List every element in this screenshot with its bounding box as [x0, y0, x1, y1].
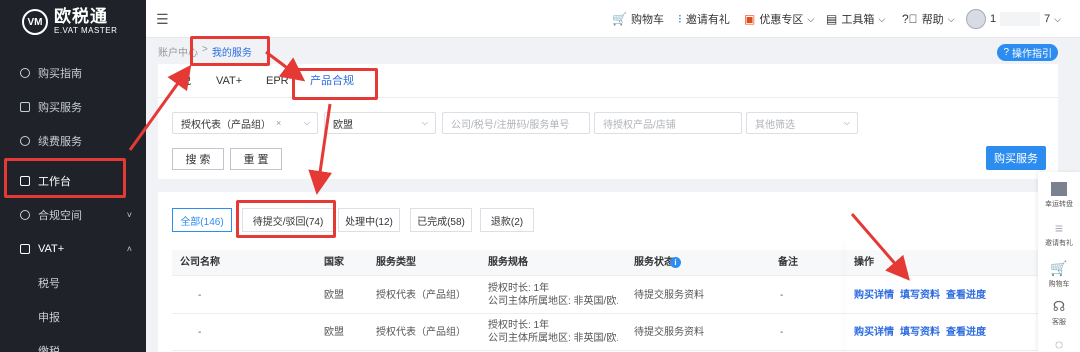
cart-icon: 🛒 — [1050, 260, 1068, 276]
fill-info-link[interactable]: 填写资料 — [900, 315, 940, 351]
headset-icon: ☊ — [1052, 298, 1066, 314]
lucky-wheel-icon — [1051, 182, 1067, 196]
tab-epr[interactable]: EPR — [266, 64, 289, 98]
brand-logo[interactable]: VM 欧税通 E.VAT MASTER — [0, 0, 146, 44]
guide-button[interactable]: ? 操作指引 — [997, 44, 1058, 61]
chevron-down-icon: ⌵ — [303, 118, 310, 127]
fixed-column-shadow — [846, 242, 847, 352]
chevron-down-icon: ⌵ — [807, 13, 815, 24]
chevron-down-icon: ⌵ — [421, 118, 428, 127]
sidebar-item-renew[interactable]: 续费服务 — [0, 124, 146, 158]
status-tab-done[interactable]: 已完成(58) — [410, 208, 472, 232]
ticket-icon: ▣ — [744, 12, 756, 26]
sidebar-item-vat[interactable]: VAT+ ˄ — [0, 232, 146, 266]
chevron-down-icon: ˅ — [126, 210, 132, 220]
sidebar-sub-tax-number[interactable]: 税号 — [0, 266, 146, 300]
invite-icon: ⁝ — [678, 12, 682, 26]
support-float-link[interactable]: ☊ 客服 — [1038, 298, 1080, 327]
brand-name: 欧税通 — [54, 7, 108, 27]
annotation-box-product-compliance — [292, 68, 378, 100]
other-filter-select[interactable]: 其他筛选 ⌵ — [746, 112, 858, 134]
lucky-wheel-link[interactable]: 幸运转盘 — [1038, 182, 1080, 209]
chevron-down-icon: ⌵ — [843, 118, 850, 127]
chevron-down-icon: ⌵ — [878, 13, 886, 24]
chevron-up-icon: ˄ — [126, 244, 132, 254]
fill-info-link[interactable]: 填写资料 — [900, 278, 940, 314]
tab-vat-plus[interactable]: VAT+ — [216, 64, 242, 98]
cube-icon — [20, 210, 30, 220]
more-float-link[interactable]: ◌ — [1038, 336, 1080, 352]
vat-icon — [20, 244, 30, 254]
search-button[interactable]: 搜 索 — [172, 148, 224, 170]
product-group-select[interactable]: 授权代表（产品组） × ⌵ — [172, 112, 318, 134]
table-row: - 欧盟 授权代表（产品组） 授权时长: 1年 公司主体所属地区: 非英国/欧..… — [172, 315, 1044, 351]
search-input[interactable]: 公司/税号/注册码/服务单号 — [442, 112, 590, 134]
table-header: 公司名称 国家 服务类型 服务规格 服务状态 i 备注 操作 — [172, 250, 1044, 276]
help-icon: ?⃝ — [902, 12, 918, 26]
annotation-box-pending-tab — [236, 200, 336, 238]
toolbox-icon: ▤ — [826, 12, 838, 26]
table-row: - 欧盟 授权代表（产品组） 授权时长: 1年 公司主体所属地区: 非英国/欧..… — [172, 278, 1044, 314]
view-progress-link[interactable]: 查看进度 — [946, 278, 986, 314]
discount-menu[interactable]: ▣ 优惠专区 ⌵ — [744, 0, 814, 38]
authorize-filter-input[interactable]: 待授权产品/店铺 — [594, 112, 742, 134]
sidebar-sub-payment[interactable]: 缴税 — [0, 334, 146, 352]
help-menu[interactable]: ?⃝ 帮助 ⌵ — [902, 0, 955, 38]
status-tab-refund[interactable]: 退款(2) — [480, 208, 534, 232]
view-progress-link[interactable]: 查看进度 — [946, 315, 986, 351]
cart-icon: 🛒 — [612, 12, 627, 26]
clear-icon[interactable]: × — [276, 118, 281, 128]
purchase-detail-link[interactable]: 购买详情 — [854, 315, 894, 351]
floating-sidebar: 幸运转盘 ≡ 邀请有礼 🛒 购物车 ☊ 客服 ◌ — [1038, 172, 1080, 352]
chevron-down-icon: ⌵ — [1054, 13, 1062, 24]
annotation-box-my-services — [190, 36, 270, 66]
brand-subtitle: E.VAT MASTER — [54, 25, 118, 35]
masked-username — [1000, 12, 1041, 26]
sidebar-item-compliance[interactable]: 合规空间 ˅ — [0, 198, 146, 232]
avatar — [966, 9, 986, 29]
user-menu[interactable]: 1 7 ⌵ — [966, 0, 1061, 38]
tab-tax[interactable]: 税 — [180, 64, 191, 98]
annotation-box-workbench — [4, 158, 126, 198]
sidebar-sub-filing[interactable]: 申报 — [0, 300, 146, 334]
sidebar-item-buy[interactable]: 购买服务 — [0, 90, 146, 124]
reset-button[interactable]: 重 置 — [230, 148, 282, 170]
bag-icon — [20, 102, 30, 112]
cart-float-link[interactable]: 🛒 购物车 — [1038, 260, 1080, 289]
cart-link[interactable]: 🛒 购物车 — [612, 0, 664, 38]
sidebar-item-guide[interactable]: 购买指南 — [0, 56, 146, 90]
chevron-down-icon: ⌵ — [947, 13, 955, 24]
status-tab-processing[interactable]: 处理中(12) — [338, 208, 400, 232]
region-select[interactable]: 欧盟 ⌵ — [324, 112, 436, 134]
menu-collapse-icon[interactable]: ☰ — [156, 11, 169, 28]
invite-link[interactable]: ⁝ 邀请有礼 — [678, 0, 730, 38]
more-icon: ◌ — [1054, 336, 1064, 352]
buy-service-button[interactable]: 购买服务 — [986, 146, 1046, 170]
info-icon[interactable]: i — [670, 257, 681, 268]
logo-mark-icon: VM — [22, 9, 48, 35]
toolbox-menu[interactable]: ▤ 工具箱 ⌵ — [826, 0, 885, 38]
renew-icon — [20, 136, 30, 146]
topbar: ☰ 🛒 购物车 ⁝ 邀请有礼 ▣ 优惠专区 ⌵ ▤ 工具箱 ⌵ ?⃝ 帮助 ⌵ 1 7 ⌵ — [146, 0, 1080, 38]
purchase-detail-link[interactable]: 购买详情 — [854, 278, 894, 314]
question-icon: ? — [1003, 47, 1009, 58]
status-tab-all[interactable]: 全部(146) — [172, 208, 232, 232]
gift-icon: ≡ — [1054, 220, 1064, 236]
invite-float-link[interactable]: ≡ 邀请有礼 — [1038, 220, 1080, 248]
compass-icon — [20, 68, 30, 78]
